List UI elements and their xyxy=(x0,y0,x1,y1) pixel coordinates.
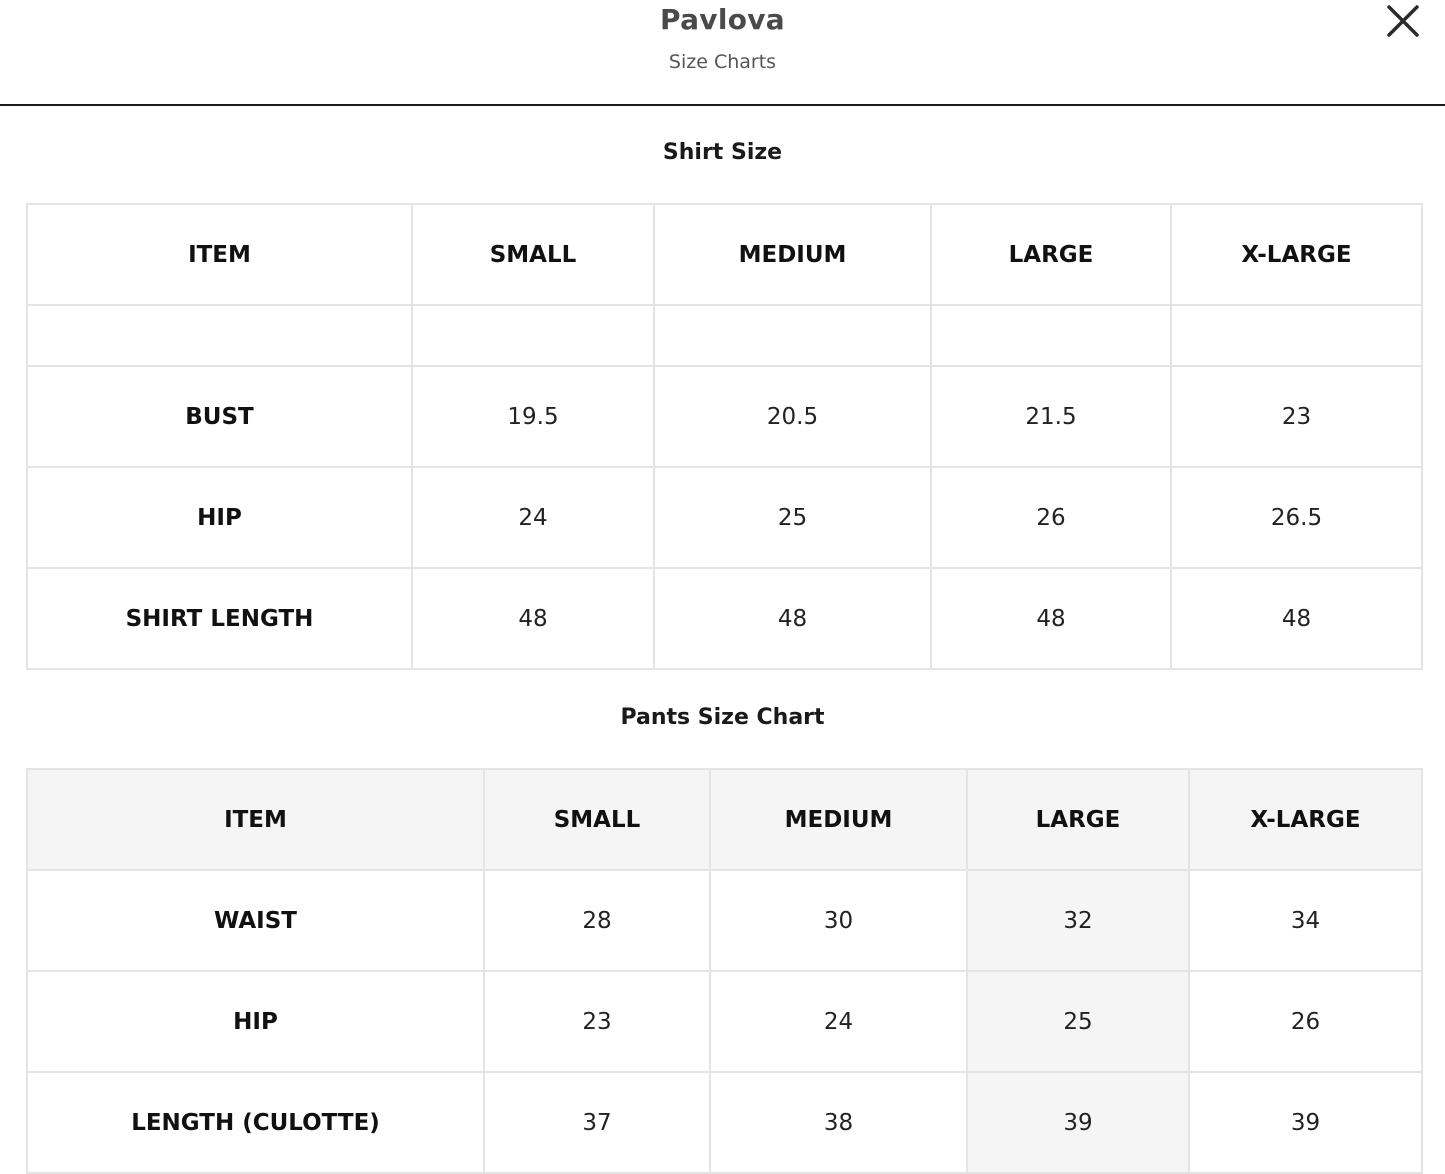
table-cell: 38 xyxy=(709,1071,968,1174)
table-cell: 48 xyxy=(930,567,1172,670)
table-cell: 48 xyxy=(653,567,932,670)
table-cell: 26 xyxy=(1188,970,1423,1073)
column-header-medium: MEDIUM xyxy=(709,768,968,871)
table-cell: 26.5 xyxy=(1170,466,1423,569)
column-header-item: ITEM xyxy=(26,768,485,871)
table-row: HIP 24 25 26 26.5 xyxy=(26,466,1423,569)
row-label: WAIST xyxy=(26,869,485,972)
row-label: HIP xyxy=(26,466,413,569)
column-header-medium: MEDIUM xyxy=(653,203,932,306)
empty-cell xyxy=(26,304,413,367)
brand-title: Pavlova xyxy=(660,3,785,36)
table-cell: 21.5 xyxy=(930,365,1172,468)
table-header-row: ITEM SMALL MEDIUM LARGE X-LARGE xyxy=(26,768,1423,871)
row-label: HIP xyxy=(26,970,485,1073)
close-icon xyxy=(1387,5,1419,37)
empty-cell xyxy=(1170,304,1423,367)
shirt-size-table: ITEM SMALL MEDIUM LARGE X-LARGE BUST 19.… xyxy=(26,203,1423,670)
table-cell: 39 xyxy=(966,1071,1190,1174)
row-label: SHIRT LENGTH xyxy=(26,567,413,670)
column-header-large: LARGE xyxy=(966,768,1190,871)
table-row: BUST 19.5 20.5 21.5 23 xyxy=(26,365,1423,468)
table-cell: 19.5 xyxy=(411,365,655,468)
table-cell: 34 xyxy=(1188,869,1423,972)
table-header-row: ITEM SMALL MEDIUM LARGE X-LARGE xyxy=(26,203,1423,306)
close-button[interactable] xyxy=(1384,2,1422,40)
column-header-item: ITEM xyxy=(26,203,413,306)
table-row: HIP 23 24 25 26 xyxy=(26,970,1423,1073)
table-row: SHIRT LENGTH 48 48 48 48 xyxy=(26,567,1423,670)
table-cell: 26 xyxy=(930,466,1172,569)
table-cell: 28 xyxy=(483,869,711,972)
table-row: LENGTH (CULOTTE) 37 38 39 39 xyxy=(26,1071,1423,1174)
row-label: BUST xyxy=(26,365,413,468)
table-cell: 37 xyxy=(483,1071,711,1174)
pants-size-table: ITEM SMALL MEDIUM LARGE X-LARGE WAIST 28… xyxy=(26,768,1423,1174)
shirt-size-title: Shirt Size xyxy=(662,140,783,165)
row-label: LENGTH (CULOTTE) xyxy=(26,1071,485,1174)
column-header-small: SMALL xyxy=(411,203,655,306)
table-cell: 24 xyxy=(709,970,968,1073)
table-cell: 48 xyxy=(411,567,655,670)
table-cell: 23 xyxy=(483,970,711,1073)
table-cell: 39 xyxy=(1188,1071,1423,1174)
table-cell: 30 xyxy=(709,869,968,972)
table-cell: 25 xyxy=(966,970,1190,1073)
pants-size-title: Pants Size Chart xyxy=(620,705,825,730)
column-header-large: LARGE xyxy=(930,203,1172,306)
table-cell: 20.5 xyxy=(653,365,932,468)
column-header-x-large: X-LARGE xyxy=(1170,203,1423,306)
empty-cell xyxy=(930,304,1172,367)
modal-subtitle: Size Charts xyxy=(668,51,777,73)
table-cell: 25 xyxy=(653,466,932,569)
table-cell: 48 xyxy=(1170,567,1423,670)
table-cell: 32 xyxy=(966,869,1190,972)
column-header-x-large: X-LARGE xyxy=(1188,768,1423,871)
table-cell: 23 xyxy=(1170,365,1423,468)
column-header-small: SMALL xyxy=(483,768,711,871)
empty-cell xyxy=(411,304,655,367)
modal-header: Pavlova Size Charts xyxy=(0,0,1445,106)
table-cell: 24 xyxy=(411,466,655,569)
empty-cell xyxy=(653,304,932,367)
table-row: WAIST 28 30 32 34 xyxy=(26,869,1423,972)
empty-row xyxy=(26,304,1423,367)
